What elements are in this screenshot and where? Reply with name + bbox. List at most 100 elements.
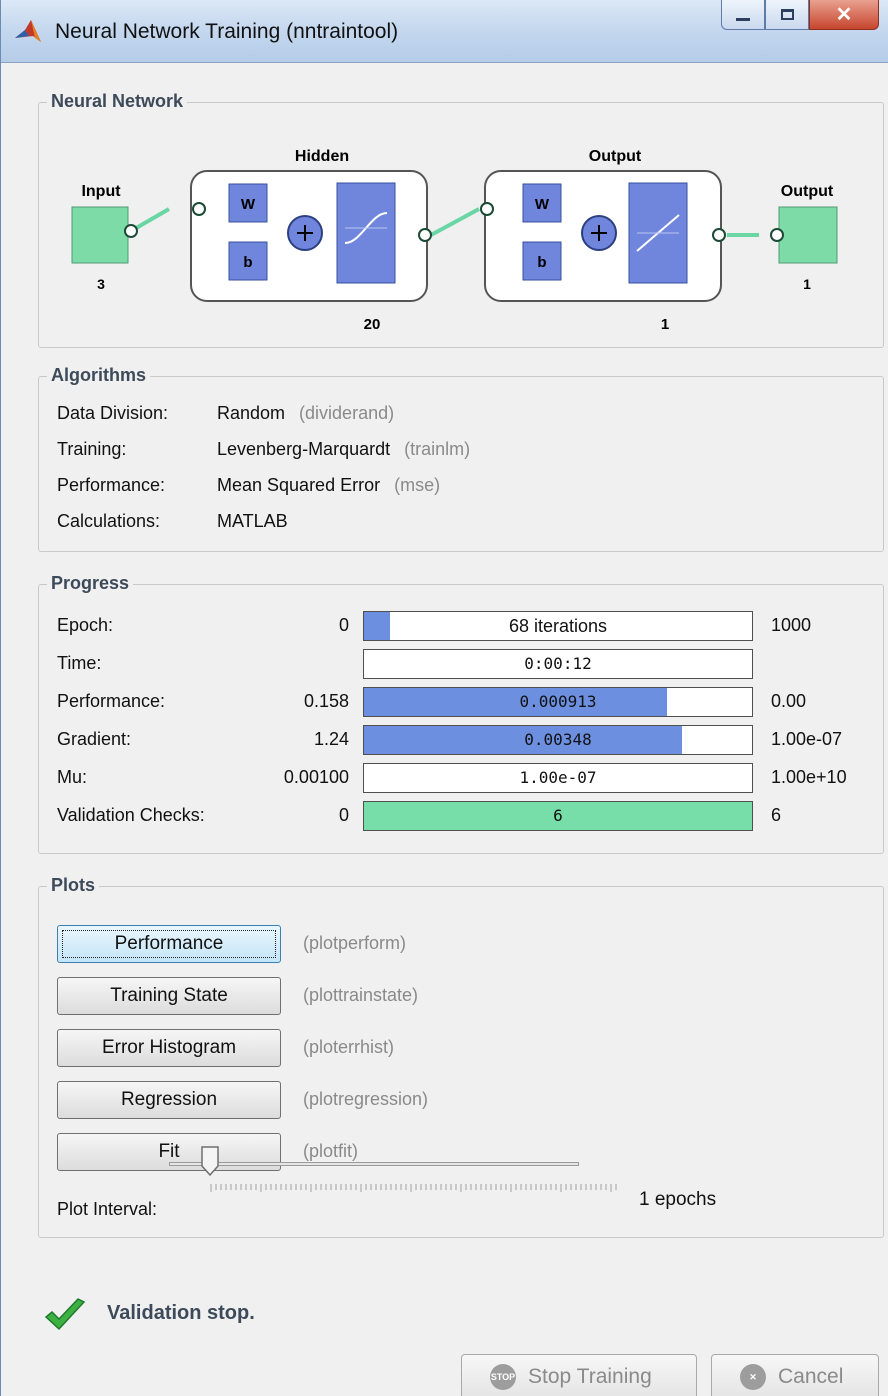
plot-error-histogram-button[interactable]: Error Histogram	[57, 1029, 281, 1067]
close-button[interactable]: ✕	[809, 0, 879, 30]
progress-end-value: 1.00e+10	[771, 767, 847, 787]
progress-row: Validation Checks: 0 6 6	[39, 801, 883, 831]
progress-bar-text: 0:00:12	[524, 654, 592, 673]
button-label: Cancel	[778, 1365, 844, 1388]
plot-training-state-button[interactable]: Training State	[57, 977, 281, 1015]
progress-label: Gradient:	[57, 729, 132, 749]
maximize-button[interactable]	[765, 0, 809, 30]
group-title: Plots	[47, 875, 100, 896]
algorithm-value: Levenberg-Marquardt (trainlm)	[217, 439, 470, 460]
output-input-node-icon	[480, 202, 494, 216]
maximize-icon	[780, 9, 794, 20]
plot-performance-button[interactable]: Performance	[57, 925, 281, 963]
algorithm-value-text: Mean Squared Error	[217, 475, 381, 495]
output-layer-node-icon	[712, 228, 726, 242]
output-size: 1	[803, 276, 811, 292]
progress-label: Time:	[57, 653, 102, 673]
stop-icon: STOP	[490, 1364, 516, 1390]
plot-fn: (plottrainstate)	[303, 985, 419, 1005]
plot-fn: (plotregression)	[303, 1089, 429, 1109]
progress-bar: 0:00:12	[363, 649, 753, 679]
progress-label: Validation Checks:	[57, 805, 205, 825]
progress-group: Progress Epoch: 0 68 iterations 1000 Time: 0:…	[38, 573, 884, 854]
button-label: Error Histogram	[101, 1037, 237, 1058]
plot-interval-value: 1 epochs	[639, 1189, 717, 1210]
checkmark-icon	[44, 1298, 86, 1331]
minimize-icon	[736, 18, 750, 21]
algorithm-fn: (mse)	[394, 475, 441, 495]
output-bias-label: b	[537, 254, 546, 271]
progress-bar-text: 1.00e-07	[519, 768, 597, 787]
algorithm-label: Calculations:	[57, 511, 161, 531]
window-title: Neural Network Training (nntraintool)	[55, 20, 399, 43]
plot-regression-button[interactable]: Regression	[57, 1081, 281, 1119]
network-diagram: Input 3 Hidden W b 20 Output W b 1 Outpu…	[71, 148, 838, 333]
algorithm-fn: (trainlm)	[404, 439, 471, 459]
plot-fn: (ploterrhist)	[303, 1037, 395, 1057]
progress-bar-text: 0.00348	[524, 730, 592, 749]
progress-label: Epoch:	[57, 615, 114, 635]
algorithm-value-text: Random	[217, 403, 286, 423]
progress-bar-text: 6	[553, 806, 563, 825]
progress-bar: 1.00e-07	[363, 763, 753, 793]
progress-end-value: 6	[771, 805, 782, 825]
minimize-button[interactable]	[721, 0, 765, 30]
progress-bar: 6	[363, 801, 753, 831]
progress-start-value: 0.00100	[283, 767, 349, 787]
progress-row: Time: 0:00:12	[39, 649, 883, 679]
hidden-weight-label: W	[241, 196, 256, 213]
algorithm-value-text: MATLAB	[217, 511, 288, 531]
input-node-icon	[124, 224, 138, 238]
progress-label: Mu:	[57, 767, 88, 787]
progress-end-value: 0.00	[771, 691, 807, 711]
progress-end-value: 1.00e-07	[771, 729, 843, 749]
hidden-bias-label: b	[243, 254, 252, 271]
input-label: Input	[81, 183, 121, 200]
title-bar: Neural Network Training (nntraintool) ✕	[1, 0, 888, 63]
progress-bar: 0.00348	[363, 725, 753, 755]
neural-network-group: Neural Network Input 3 Hidden W b 20 Out…	[38, 91, 884, 348]
plot-fn: (plotperform)	[303, 933, 407, 953]
hidden-activation-box	[336, 182, 396, 284]
output-weight-label: W	[535, 196, 550, 213]
progress-bar-text: 0.000913	[519, 692, 597, 711]
progress-start-value: 0	[338, 805, 349, 825]
algorithm-label: Performance:	[57, 475, 166, 495]
stop-training-button[interactable]: STOP Stop Training	[461, 1354, 697, 1396]
hidden-output-node-icon	[418, 228, 432, 242]
progress-start-value: 0	[338, 615, 349, 635]
slider-ticks	[210, 1184, 617, 1192]
plot-interval-slider-track[interactable]	[169, 1162, 579, 1166]
window-controls: ✕	[721, 0, 879, 34]
progress-row: Gradient: 1.24 0.00348 1.00e-07	[39, 725, 883, 755]
hidden-layer-label: Hidden	[295, 148, 349, 165]
plot-fn: (plotfit)	[303, 1141, 359, 1161]
output-box	[778, 206, 838, 264]
button-label: Fit	[158, 1141, 180, 1162]
progress-bar: 68 iterations	[363, 611, 753, 641]
focus-ring	[62, 930, 276, 958]
button-label: Stop Training	[528, 1365, 652, 1388]
algorithm-value: Random (dividerand)	[217, 403, 394, 424]
nntraintool-window: Neural Network Training (nntraintool) ✕ …	[0, 0, 888, 1396]
input-size: 3	[97, 276, 105, 292]
progress-end-value: 1000	[771, 615, 812, 635]
group-title: Algorithms	[47, 365, 151, 386]
cancel-button[interactable]: ✕ Cancel	[711, 1354, 879, 1396]
progress-row: Performance: 0.158 0.000913 0.00	[39, 687, 883, 717]
input-box	[71, 206, 129, 264]
progress-bar: 0.000913	[363, 687, 753, 717]
matlab-logo-icon	[15, 20, 41, 42]
group-title: Progress	[47, 573, 134, 594]
algorithm-label: Training:	[57, 439, 127, 459]
plot-interval-slider-thumb[interactable]	[201, 1146, 219, 1176]
progress-start-value: 1.24	[313, 729, 349, 749]
button-label: Regression	[120, 1089, 218, 1110]
hidden-input-node-icon	[192, 202, 206, 216]
algorithm-label: Data Division:	[57, 403, 169, 423]
progress-start-value: 0.158	[303, 691, 349, 711]
output-label: Output	[781, 183, 834, 200]
algorithm-value: Mean Squared Error (mse)	[217, 475, 440, 496]
hidden-size: 20	[364, 316, 381, 333]
progress-row: Mu: 0.00100 1.00e-07 1.00e+10	[39, 763, 883, 793]
